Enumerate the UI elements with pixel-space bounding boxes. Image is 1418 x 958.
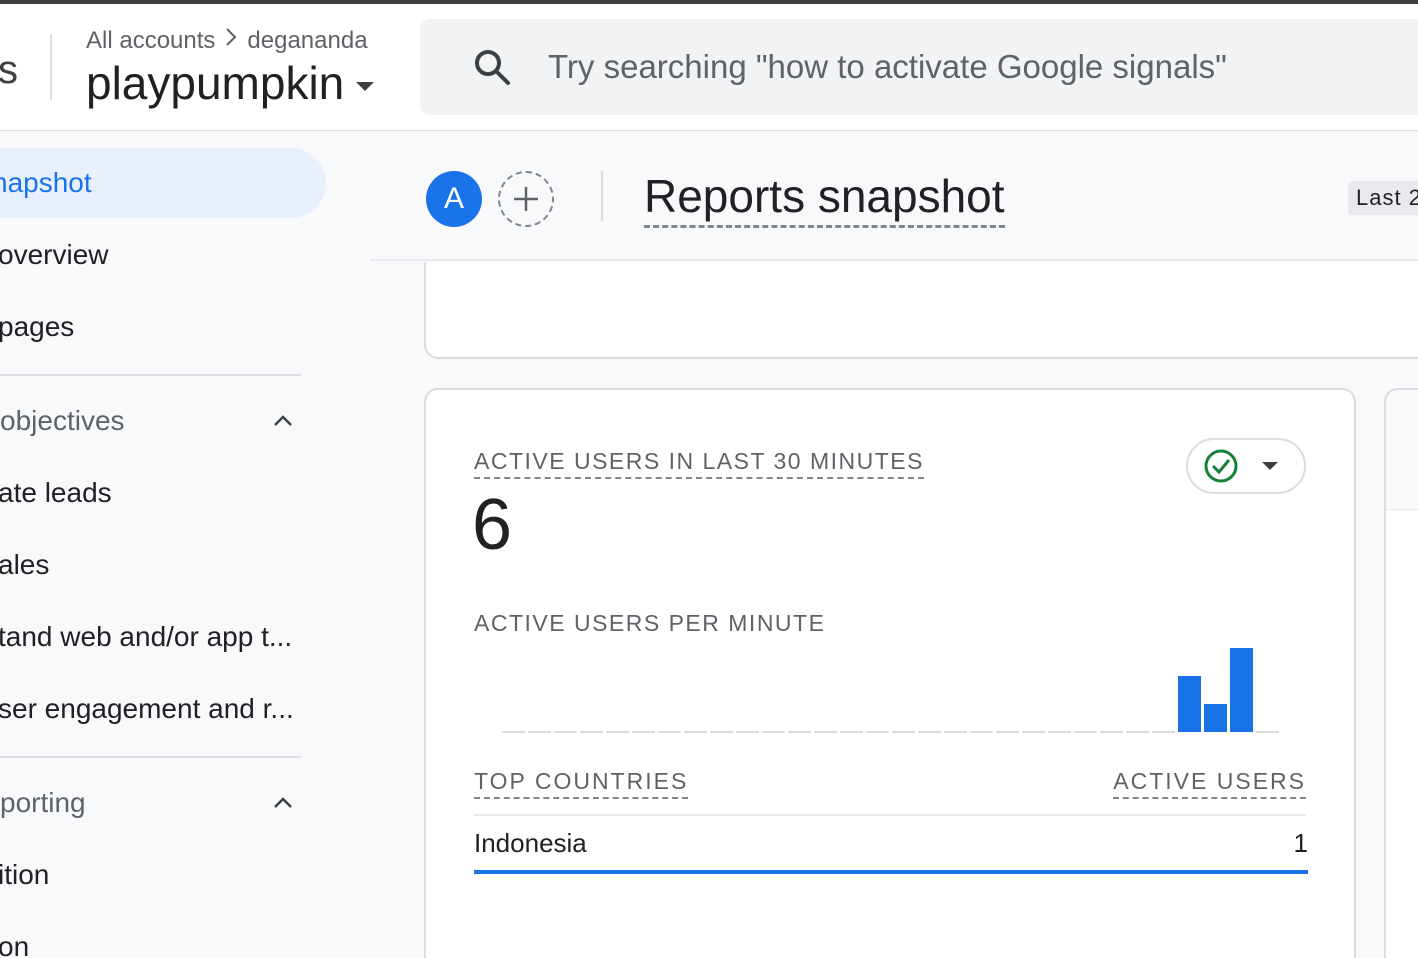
chart-bar-empty bbox=[684, 731, 707, 733]
table-row[interactable]: Indonesia 1 bbox=[474, 818, 1308, 874]
chart-bar-empty bbox=[658, 731, 681, 733]
chart-bar-empty bbox=[840, 731, 863, 733]
sidebar-divider bbox=[0, 374, 301, 376]
kpi-title[interactable]: ACTIVE USERS IN LAST 30 MINUTES bbox=[474, 448, 924, 479]
previous-card bbox=[424, 262, 1418, 359]
chevron-up-icon bbox=[274, 415, 292, 426]
caret-down-icon bbox=[356, 81, 375, 91]
chart-bar-empty bbox=[1048, 731, 1071, 733]
chart-bar-empty bbox=[866, 731, 889, 733]
sidebar-item-reports-snapshot[interactable]: napshot bbox=[0, 148, 326, 218]
sidebar-item-label: napshot bbox=[0, 167, 92, 198]
header-divider bbox=[601, 171, 603, 221]
country-name: Indonesia bbox=[474, 828, 587, 858]
chart-bar-empty bbox=[710, 731, 733, 733]
card-status-dropdown[interactable] bbox=[1186, 438, 1306, 494]
caret-down-icon bbox=[1262, 462, 1278, 470]
search-bar[interactable] bbox=[420, 19, 1418, 115]
country-users: 1 bbox=[1293, 828, 1308, 858]
section-label: porting bbox=[0, 787, 86, 818]
chart-bar-empty bbox=[1126, 731, 1149, 733]
chart-bar-empty bbox=[1256, 731, 1279, 733]
search-icon bbox=[475, 50, 510, 85]
sidebar-item-generate-leads[interactable]: ate leads bbox=[0, 458, 112, 528]
property-name: playpumpkin bbox=[86, 57, 345, 109]
chart-bar-empty bbox=[606, 731, 629, 733]
sidebar-item-acquisition[interactable]: ition bbox=[0, 840, 49, 910]
next-card-header bbox=[1386, 390, 1418, 510]
comparison-avatar[interactable]: A bbox=[426, 171, 482, 227]
chart-bar-empty bbox=[1100, 731, 1123, 733]
property-selector[interactable]: playpumpkin bbox=[86, 56, 375, 110]
sidebar-item-user-engagement[interactable]: ser engagement and r... bbox=[0, 674, 294, 744]
chart-bar-empty bbox=[632, 731, 655, 733]
chevron-right-icon bbox=[223, 26, 239, 55]
chart-bar-empty bbox=[1152, 731, 1175, 733]
chart-bar-empty bbox=[970, 731, 993, 733]
column-header-countries[interactable]: TOP COUNTRIES bbox=[474, 768, 689, 799]
chart-bar-empty bbox=[892, 731, 915, 733]
active-users-per-minute-chart bbox=[502, 648, 1279, 733]
sidebar-item-label: ser engagement and r... bbox=[0, 693, 294, 724]
page-title[interactable]: Reports snapshot bbox=[644, 169, 1005, 228]
sidebar-item-label: ition bbox=[0, 859, 50, 890]
app-name-fragment: s bbox=[0, 48, 18, 92]
date-range-chip[interactable]: Last 2 bbox=[1348, 181, 1418, 215]
plus-icon bbox=[514, 187, 538, 211]
chart-bar[interactable] bbox=[1178, 676, 1201, 732]
chart-bar-empty bbox=[554, 731, 577, 733]
add-comparison-button[interactable] bbox=[498, 171, 554, 227]
sidebar-item-label: pages bbox=[0, 311, 75, 342]
chart-title: ACTIVE USERS PER MINUTE bbox=[474, 610, 826, 636]
sidebar-item-realtime-pages[interactable]: pages bbox=[0, 292, 74, 362]
chart-bar-empty bbox=[788, 731, 811, 733]
check-circle-icon bbox=[1204, 449, 1238, 483]
countries-table-header: TOP COUNTRIES ACTIVE USERS bbox=[474, 768, 1306, 816]
breadcrumb-account[interactable]: All accounts bbox=[86, 27, 215, 55]
sidebar-item-drive-sales[interactable]: ales bbox=[0, 530, 49, 600]
search-input[interactable] bbox=[548, 48, 1418, 86]
report-header: A Reports snapshot Last 2 bbox=[370, 131, 1418, 261]
chevron-up-icon bbox=[274, 797, 292, 808]
header-divider bbox=[50, 34, 52, 100]
breadcrumb-property[interactable]: degananda bbox=[247, 27, 367, 55]
breadcrumb: All accounts degananda bbox=[86, 26, 368, 55]
sidebar-item-retention[interactable]: on bbox=[0, 912, 29, 958]
chart-bar-empty bbox=[1074, 731, 1097, 733]
chart-bar-empty bbox=[762, 731, 785, 733]
chart-bar-empty bbox=[814, 731, 837, 733]
chart-bar-empty bbox=[736, 731, 759, 733]
section-business-objectives[interactable]: objectives bbox=[0, 386, 300, 456]
sidebar-item-label: tand web and/or app t... bbox=[0, 621, 293, 652]
sidebar: napshot overview pages objectives ate le… bbox=[0, 131, 370, 958]
app-header: s All accounts degananda playpumpkin bbox=[0, 4, 1418, 131]
sidebar-item-realtime-overview[interactable]: overview bbox=[0, 220, 108, 290]
sidebar-divider bbox=[0, 756, 301, 758]
chart-bar-empty bbox=[1022, 731, 1045, 733]
chart-bar[interactable] bbox=[1204, 704, 1227, 732]
chart-bar-empty bbox=[502, 731, 525, 733]
chart-bar-empty bbox=[528, 731, 551, 733]
realtime-card: ACTIVE USERS IN LAST 30 MINUTES 6 ACTIVE… bbox=[424, 388, 1356, 958]
kpi-value: 6 bbox=[472, 485, 513, 565]
next-card bbox=[1384, 388, 1418, 958]
column-header-active-users[interactable]: ACTIVE USERS bbox=[1113, 768, 1306, 799]
chart-bar[interactable] bbox=[1230, 648, 1253, 732]
sidebar-item-understand-traffic[interactable]: tand web and/or app t... bbox=[0, 602, 292, 672]
section-label: objectives bbox=[0, 405, 125, 436]
sidebar-item-label: overview bbox=[0, 239, 109, 270]
sidebar-item-label: ate leads bbox=[0, 477, 112, 508]
sidebar-item-label: ales bbox=[0, 549, 50, 580]
section-reporting[interactable]: porting bbox=[0, 768, 300, 838]
sidebar-item-label: on bbox=[0, 931, 30, 958]
chart-bar-empty bbox=[996, 731, 1019, 733]
chart-bar-empty bbox=[918, 731, 941, 733]
chart-bar-empty bbox=[944, 731, 967, 733]
chart-bar-empty bbox=[580, 731, 603, 733]
